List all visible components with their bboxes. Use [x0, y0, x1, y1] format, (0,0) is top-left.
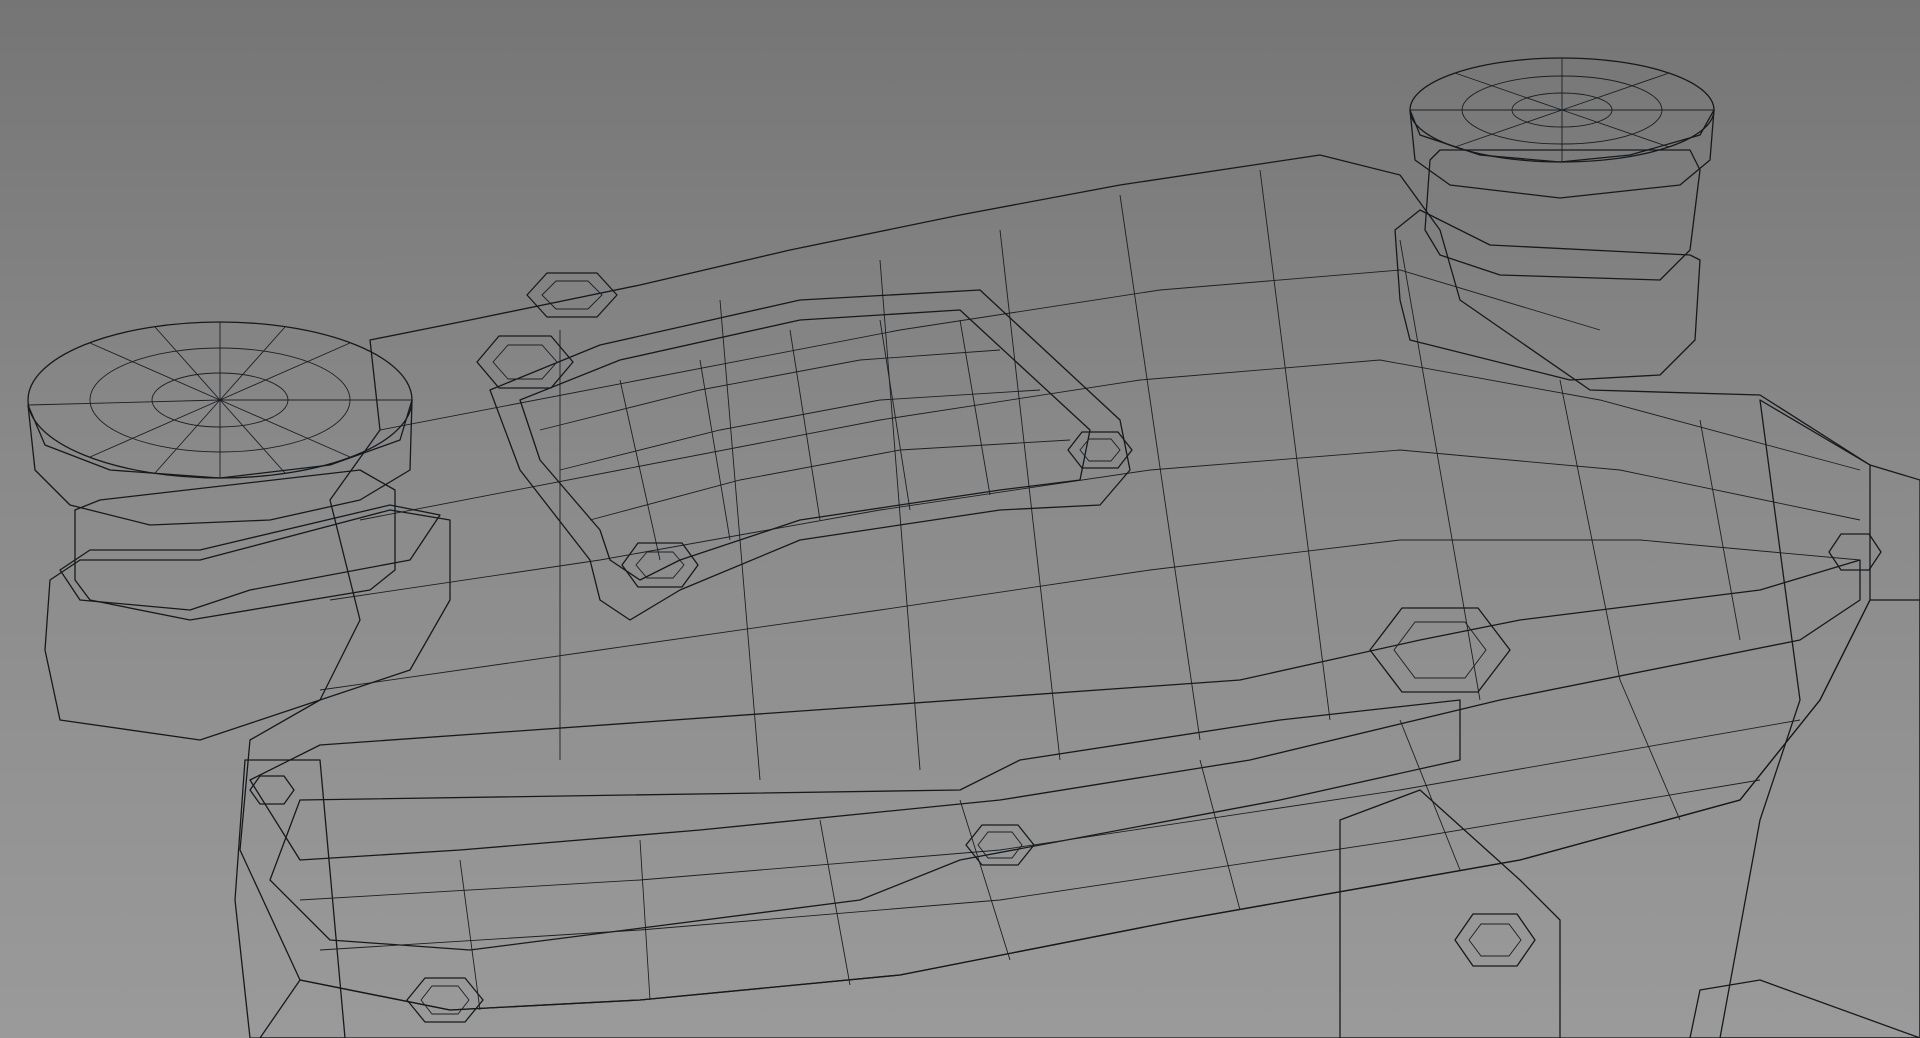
bolt-9: [1828, 533, 1882, 571]
lower-right-corner: [1689, 979, 1920, 1038]
left-cap-assembly: [27, 321, 451, 741]
bolt-1: [526, 272, 618, 318]
lower-front-trim: [1339, 789, 1561, 1038]
right-cap-base-block: [1394, 209, 1701, 381]
center-panel-mesh: [489, 289, 1131, 621]
bolt-3: [1067, 431, 1133, 469]
main-body-mesh: [234, 154, 1920, 1038]
hex-bolts: [249, 272, 1882, 1023]
bolt-8: [406, 977, 484, 1023]
3d-viewport[interactable]: [0, 0, 1920, 1038]
left-cap-radial-lines: [27, 322, 412, 478]
body-left-block: [234, 759, 346, 1038]
bolt-5: [1369, 607, 1511, 693]
bolt-6: [965, 824, 1035, 866]
bolt-7: [1454, 913, 1536, 967]
right-cap-assembly: [1394, 57, 1715, 381]
wireframe-model-render: [27, 57, 1920, 1038]
front-beveled-plate: [269, 699, 1461, 951]
body-right-wall: [1719, 399, 1920, 1038]
right-cap-radial-lines: [1410, 58, 1714, 162]
panel-grid-lines: [539, 319, 1071, 561]
right-cap-neck: [1424, 149, 1701, 281]
body-top-face: [239, 154, 1871, 1011]
top-ridge-panel: [249, 559, 1861, 861]
left-cap-base-block: [44, 509, 451, 741]
top-edge-loops: [299, 169, 1861, 1011]
